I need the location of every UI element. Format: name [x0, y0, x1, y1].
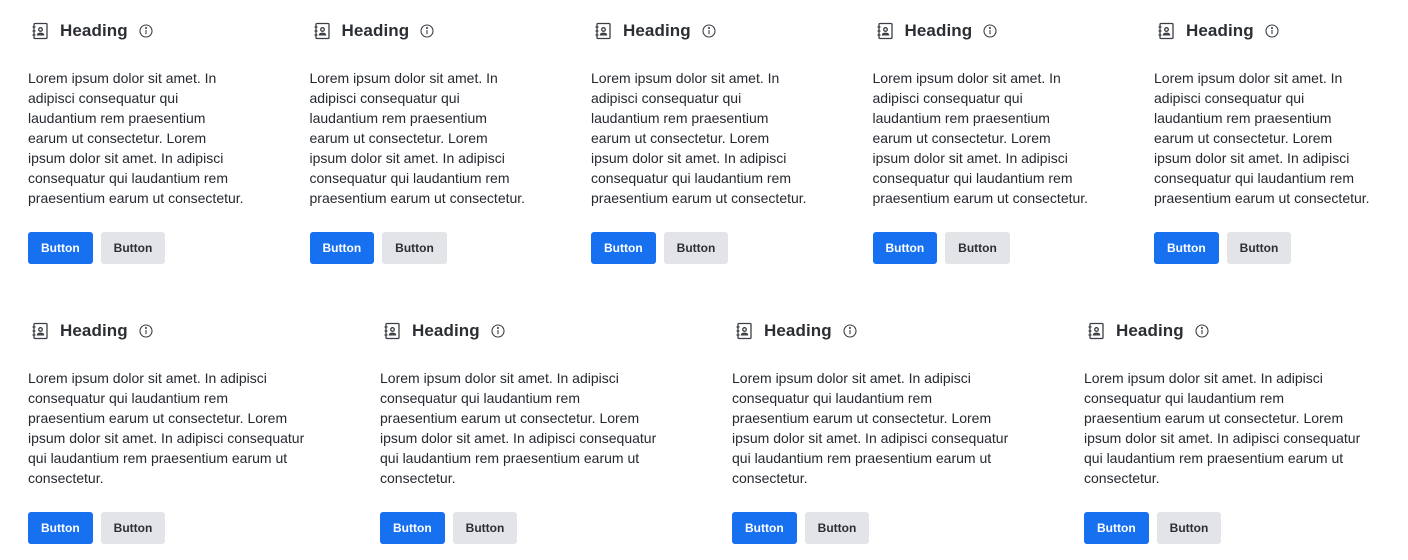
content-card: Heading Lorem ipsum dolor sit amet. In a… [732, 316, 1012, 544]
contact-book-icon [873, 19, 897, 43]
info-circle-icon[interactable] [1194, 323, 1210, 339]
secondary-button[interactable]: Button [663, 232, 729, 264]
contact-book-icon [1084, 319, 1108, 343]
card-body-text: Lorem ipsum dolor sit amet. In adipisci … [1154, 70, 1370, 206]
card-actions: Button Button [380, 512, 660, 544]
content-card: Heading Lorem ipsum dolor sit amet. In a… [591, 16, 809, 264]
content-card: Heading Lorem ipsum dolor sit amet. In a… [28, 316, 308, 544]
info-circle-icon[interactable] [1264, 23, 1280, 39]
secondary-button[interactable]: Button [100, 232, 166, 264]
primary-button[interactable]: Button [1154, 232, 1219, 264]
contact-book-icon [310, 19, 334, 43]
card-body-text: Lorem ipsum dolor sit amet. In adipisci … [28, 70, 244, 206]
card-actions: Button Button [309, 232, 528, 264]
primary-button[interactable]: Button [380, 512, 445, 544]
card-header: Heading [28, 316, 308, 346]
card-actions: Button Button [28, 512, 308, 544]
card-header: Heading [1154, 16, 1372, 46]
content-card: Heading Lorem ipsum dolor sit amet. In a… [1154, 16, 1372, 264]
card-actions: Button Button [28, 232, 246, 264]
primary-button[interactable]: Button [732, 512, 797, 544]
primary-button[interactable]: Button [309, 232, 375, 264]
info-circle-icon[interactable] [982, 23, 998, 39]
card-actions: Button Button [1154, 232, 1372, 264]
primary-button[interactable]: Button [872, 232, 938, 264]
card-body-text: Lorem ipsum dolor sit amet. In adipisci … [1084, 370, 1361, 486]
content-card: Heading Lorem ipsum dolor sit amet. In a… [28, 16, 246, 264]
secondary-button[interactable]: Button [100, 512, 166, 544]
contact-book-icon [1154, 19, 1178, 43]
secondary-button[interactable]: Button [1156, 512, 1222, 544]
card-title: Heading [1116, 321, 1184, 340]
secondary-button[interactable]: Button [382, 232, 447, 264]
card-title: Heading [341, 21, 410, 40]
card-row-1: Heading Lorem ipsum dolor sit amet. In a… [28, 16, 1372, 264]
contact-book-icon [28, 319, 52, 343]
info-circle-icon[interactable] [842, 323, 858, 339]
card-title: Heading [904, 21, 973, 40]
card-header: Heading [591, 16, 809, 46]
content-card: Heading Lorem ipsum dolor sit amet. In a… [380, 316, 660, 544]
contact-book-icon [28, 19, 52, 43]
card-title: Heading [60, 21, 128, 40]
card-actions: Button Button [872, 232, 1091, 264]
card-body-text: Lorem ipsum dolor sit amet. In adipisci … [380, 370, 657, 486]
contact-book-icon [591, 19, 615, 43]
primary-button[interactable]: Button [1084, 512, 1149, 544]
card-grid: Heading Lorem ipsum dolor sit amet. In a… [0, 0, 1408, 560]
secondary-button[interactable]: Button [945, 232, 1010, 264]
info-circle-icon[interactable] [138, 323, 154, 339]
card-header: Heading [732, 316, 1012, 346]
card-header: Heading [310, 16, 528, 46]
card-body-text: Lorem ipsum dolor sit amet. In adipisci … [591, 70, 807, 206]
card-title: Heading [412, 321, 480, 340]
contact-book-icon [380, 319, 404, 343]
card-title: Heading [1186, 21, 1254, 40]
card-body-text: Lorem ipsum dolor sit amet. In adipisci … [872, 70, 1089, 206]
content-card: Heading Lorem ipsum dolor sit amet. In a… [309, 16, 528, 264]
secondary-button[interactable]: Button [804, 512, 870, 544]
card-header: Heading [380, 316, 660, 346]
content-card: Heading Lorem ipsum dolor sit amet. In a… [1084, 316, 1364, 544]
content-card: Heading Lorem ipsum dolor sit amet. In a… [872, 16, 1091, 264]
card-actions: Button Button [591, 232, 809, 264]
primary-button[interactable]: Button [28, 232, 93, 264]
secondary-button[interactable]: Button [1226, 232, 1292, 264]
card-header: Heading [28, 16, 246, 46]
card-header: Heading [873, 16, 1091, 46]
card-body-text: Lorem ipsum dolor sit amet. In adipisci … [28, 370, 305, 486]
card-header: Heading [1084, 316, 1364, 346]
primary-button[interactable]: Button [28, 512, 93, 544]
info-circle-icon[interactable] [701, 23, 717, 39]
card-body-text: Lorem ipsum dolor sit amet. In adipisci … [309, 70, 526, 206]
card-title: Heading [623, 21, 691, 40]
card-title: Heading [60, 321, 128, 340]
secondary-button[interactable]: Button [452, 512, 518, 544]
info-circle-icon[interactable] [490, 323, 506, 339]
contact-book-icon [732, 319, 756, 343]
info-circle-icon[interactable] [138, 23, 154, 39]
primary-button[interactable]: Button [591, 232, 656, 264]
card-body-text: Lorem ipsum dolor sit amet. In adipisci … [732, 370, 1009, 486]
card-title: Heading [764, 321, 832, 340]
info-circle-icon[interactable] [419, 23, 435, 39]
card-actions: Button Button [732, 512, 1012, 544]
card-actions: Button Button [1084, 512, 1364, 544]
card-row-2: Heading Lorem ipsum dolor sit amet. In a… [28, 316, 1364, 544]
